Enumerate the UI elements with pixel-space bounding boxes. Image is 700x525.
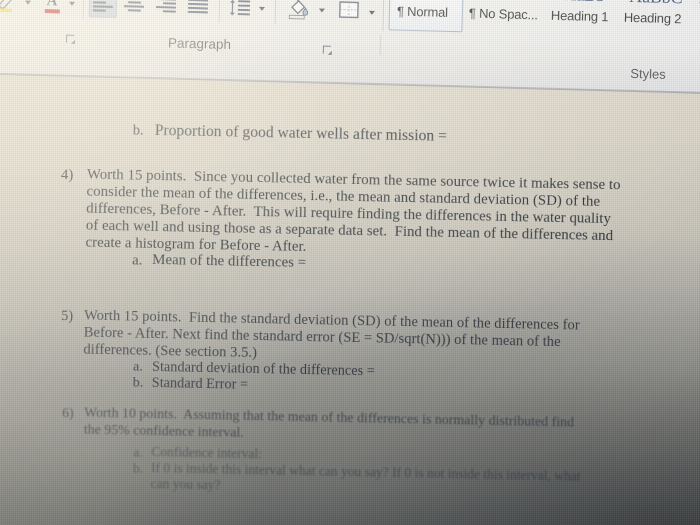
style-heading-2[interactable]: Heading 2 xyxy=(624,10,682,27)
style-heading-1-preview: AaBb xyxy=(563,0,605,6)
borders-icon xyxy=(339,1,359,19)
paragraph-group-label: Paragraph xyxy=(167,35,232,53)
justify-icon xyxy=(187,0,209,15)
highlighter-icon xyxy=(0,0,15,13)
font-color-chevron-down-icon[interactable] xyxy=(68,1,76,6)
align-center-icon xyxy=(123,0,145,14)
paragraph-dialog-launcher[interactable] xyxy=(323,46,332,55)
font-color-button[interactable]: A xyxy=(41,0,64,15)
highlight-color-chevron-down-icon[interactable] xyxy=(24,0,32,5)
style-heading-2-preview: AaBbC xyxy=(629,0,683,8)
group-separator xyxy=(379,35,382,56)
font-dialog-launcher[interactable] xyxy=(66,35,75,44)
group-separator xyxy=(382,0,385,32)
line-spacing-icon xyxy=(229,0,251,16)
font-color-swatch xyxy=(44,8,60,13)
paint-bucket-icon xyxy=(288,0,309,20)
style-normal[interactable]: ¶ Normal xyxy=(397,4,448,20)
align-right-icon xyxy=(155,0,177,15)
line-spacing-chevron-down-icon[interactable] xyxy=(258,6,265,11)
style-no-spacing[interactable]: ¶ No Spac... xyxy=(469,6,538,23)
font-color-letter: A xyxy=(46,0,58,9)
styles-group-label: Styles xyxy=(630,65,666,82)
align-left-icon xyxy=(92,0,114,14)
line-spacing-button[interactable] xyxy=(227,0,254,20)
justify-button[interactable] xyxy=(185,0,212,19)
group-separator xyxy=(274,0,277,25)
align-center-button[interactable] xyxy=(121,0,148,17)
text-highlight-color-button[interactable] xyxy=(0,0,19,13)
shading-button[interactable] xyxy=(285,0,312,21)
borders-chevron-down-icon[interactable] xyxy=(368,10,375,15)
style-heading-1[interactable]: Heading 1 xyxy=(551,8,609,25)
group-separator xyxy=(82,0,85,20)
align-right-button[interactable] xyxy=(153,0,180,18)
align-left-button[interactable] xyxy=(88,0,118,18)
screenshot-root: A ¶ Normal ¶ No Spac... Heading 1 Headin… xyxy=(0,0,700,525)
borders-button[interactable] xyxy=(337,0,362,22)
shading-chevron-down-icon[interactable] xyxy=(318,8,325,13)
style-no-spacing-preview: AaBbCcI xyxy=(479,0,542,4)
group-separator xyxy=(218,0,221,23)
